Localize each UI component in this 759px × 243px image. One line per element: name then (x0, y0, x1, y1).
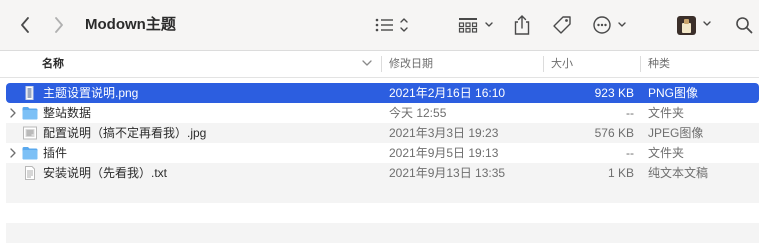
app-thumbnail-icon (677, 16, 711, 35)
folder-row[interactable]: 插件 2021年9月5日 19:13 -- 文件夹 (6, 143, 759, 163)
file-size: 923 KB (594, 86, 634, 100)
text-file-icon (25, 166, 35, 180)
tag-icon (553, 16, 571, 34)
chevron-left-icon (21, 17, 29, 33)
file-date: 今天 12:55 (389, 106, 447, 120)
file-name: 插件 (43, 146, 68, 160)
app-menu-button[interactable] (674, 0, 716, 50)
search-button[interactable] (733, 0, 755, 50)
column-name[interactable]: 名称 (42, 51, 64, 77)
toolbar: Modown主题 (0, 0, 759, 51)
file-kind: 文件夹 (648, 106, 685, 120)
column-divider[interactable] (381, 56, 382, 72)
column-size[interactable]: 大小 (551, 51, 573, 77)
column-divider[interactable] (543, 56, 544, 72)
file-size: 576 KB (594, 126, 634, 140)
file-row[interactable]: 安装说明（先看我）.txt 2021年9月13日 13:35 1 KB 纯文本文… (6, 163, 759, 183)
sort-chevron-down-icon[interactable] (362, 59, 372, 67)
group-grid-icon (458, 18, 493, 33)
file-name: 整站数据 (43, 106, 92, 120)
more-actions-button[interactable] (590, 0, 630, 50)
disclosure-chevron-right-icon[interactable] (8, 143, 18, 163)
image-file-icon (25, 86, 34, 100)
file-size: -- (626, 146, 634, 160)
file-name: 配置说明（搞不定再看我）.jpg (43, 126, 207, 140)
file-kind: 文件夹 (648, 146, 685, 160)
share-icon (514, 15, 530, 35)
file-name: 安装说明（先看我）.txt (43, 166, 168, 180)
disclosure-chevron-right-icon[interactable] (8, 103, 18, 123)
column-kind[interactable]: 种类 (648, 51, 670, 77)
column-header: 名称 修改日期 大小 种类 (0, 51, 759, 78)
search-icon (736, 17, 753, 34)
file-size: 1 KB (607, 166, 634, 180)
folder-row[interactable]: 整站数据 今天 12:55 -- 文件夹 (6, 103, 759, 123)
view-options-button[interactable] (372, 0, 412, 50)
window-title: Modown主题 (85, 16, 176, 33)
ellipsis-circle-icon (593, 16, 626, 34)
file-date: 2021年9月5日 19:13 (389, 146, 499, 160)
tag-button[interactable] (550, 0, 574, 50)
file-kind: 纯文本文稿 (648, 166, 709, 180)
empty-row-stripe (6, 223, 759, 243)
file-row[interactable]: 配置说明（搞不定再看我）.jpg 2021年3月3日 19:23 576 KB … (6, 123, 759, 143)
folder-icon (22, 107, 38, 120)
share-button[interactable] (510, 0, 534, 50)
chevron-right-icon (55, 17, 63, 33)
file-date: 2021年2月16日 16:10 (389, 86, 506, 100)
empty-row-stripe (6, 183, 759, 203)
file-size: -- (626, 106, 634, 120)
group-button[interactable] (456, 0, 496, 50)
image-file-icon (23, 126, 37, 140)
forward-button[interactable] (48, 0, 70, 50)
file-date: 2021年9月13日 13:35 (389, 166, 506, 180)
back-button[interactable] (14, 0, 36, 50)
file-name: 主题设置说明.png (43, 86, 139, 100)
column-divider[interactable] (640, 56, 641, 72)
file-kind: JPEG图像 (648, 126, 704, 140)
list-view-icon (375, 18, 408, 32)
file-row[interactable]: 主题设置说明.png 2021年2月16日 16:10 923 KB PNG图像 (6, 83, 759, 103)
file-date: 2021年3月3日 19:23 (389, 126, 499, 140)
folder-icon (22, 147, 38, 160)
column-date[interactable]: 修改日期 (389, 51, 433, 77)
file-kind: PNG图像 (648, 86, 699, 100)
